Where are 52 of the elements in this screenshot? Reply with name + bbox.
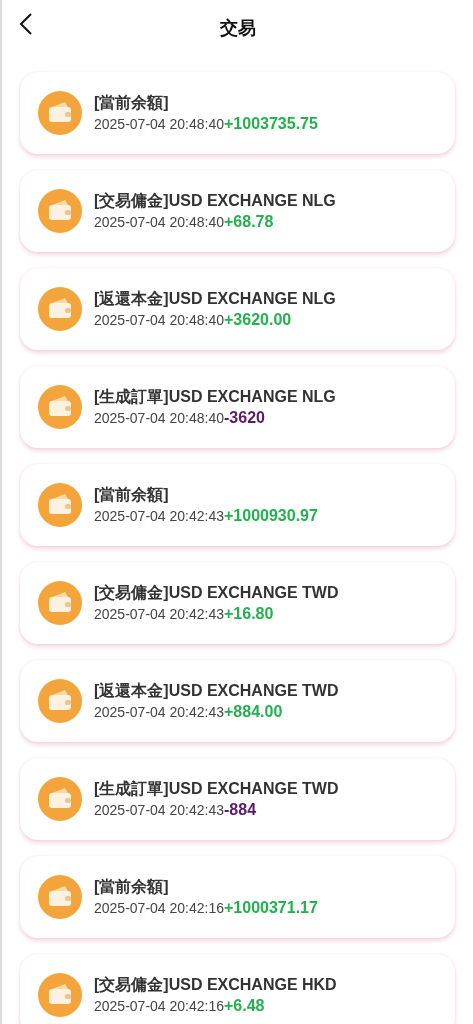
transaction-card[interactable]: [返還本金]USD EXCHANGE TWD 2025-07-04 20:42:43+884.00 bbox=[20, 660, 455, 742]
transaction-amount: +1000371.17 bbox=[224, 899, 318, 917]
wallet-icon bbox=[38, 875, 82, 919]
transaction-time: 2025-07-04 20:48:40 bbox=[94, 410, 224, 426]
transaction-time: 2025-07-04 20:42:43 bbox=[94, 508, 224, 524]
transaction-title: [返還本金]USD EXCHANGE NLG bbox=[94, 289, 336, 309]
transaction-title: [生成訂單]USD EXCHANGE NLG bbox=[94, 387, 336, 407]
wallet-icon bbox=[38, 91, 82, 135]
wallet-icon bbox=[38, 679, 82, 723]
wallet-icon bbox=[38, 189, 82, 233]
transaction-amount: +1000930.97 bbox=[224, 507, 318, 525]
wallet-icon bbox=[38, 385, 82, 429]
transaction-amount: +1003735.75 bbox=[224, 115, 318, 133]
transaction-title: [生成訂單]USD EXCHANGE TWD bbox=[94, 779, 339, 799]
transaction-amount: +16.80 bbox=[224, 605, 274, 623]
wallet-icon bbox=[38, 973, 82, 1017]
transaction-card[interactable]: [交易傭金]USD EXCHANGE HKD 2025-07-04 20:42:16+6.48 bbox=[20, 954, 455, 1024]
transaction-title: [當前余額] bbox=[94, 877, 170, 897]
wallet-icon bbox=[38, 581, 82, 625]
transaction-card[interactable]: [返還本金]USD EXCHANGE NLG 2025-07-04 20:48:40+3620.00 bbox=[20, 268, 455, 350]
transaction-title: [當前余額] bbox=[94, 93, 170, 113]
transaction-time: 2025-07-04 20:48:40 bbox=[94, 214, 224, 230]
transaction-amount: +6.48 bbox=[224, 997, 265, 1015]
transaction-time: 2025-07-04 20:42:43 bbox=[94, 802, 224, 818]
transaction-time: 2025-07-04 20:48:40 bbox=[94, 116, 224, 132]
transaction-time: 2025-07-04 20:42:43 bbox=[94, 606, 224, 622]
transaction-card[interactable]: [當前余額] 2025-07-04 20:42:43+1000930.97 bbox=[20, 464, 455, 546]
wallet-icon bbox=[38, 287, 82, 331]
transaction-time: 2025-07-04 20:42:43 bbox=[94, 704, 224, 720]
page-title: 交易 bbox=[219, 17, 256, 40]
transaction-amount: -3620 bbox=[224, 409, 265, 427]
transaction-title: [交易傭金]USD EXCHANGE HKD bbox=[94, 975, 337, 995]
transaction-title: [返還本金]USD EXCHANGE TWD bbox=[94, 681, 339, 701]
transaction-card[interactable]: [當前余額] 2025-07-04 20:48:40+1003735.75 bbox=[20, 72, 455, 154]
transaction-title: [當前余額] bbox=[94, 485, 170, 505]
transaction-amount: -884 bbox=[224, 801, 257, 819]
transaction-card[interactable]: [交易傭金]USD EXCHANGE TWD 2025-07-04 20:42:43+16.80 bbox=[20, 562, 455, 644]
transaction-amount: +884.00 bbox=[224, 703, 283, 721]
transaction-amount: +3620.00 bbox=[224, 311, 292, 329]
transaction-title: [交易傭金]USD EXCHANGE NLG bbox=[94, 191, 336, 211]
transaction-time: 2025-07-04 20:42:16 bbox=[94, 998, 224, 1014]
transaction-amount: +68.78 bbox=[224, 213, 274, 231]
back-icon[interactable] bbox=[18, 12, 34, 36]
transaction-card[interactable]: [生成訂單]USD EXCHANGE NLG 2025-07-04 20:48:40-3620 bbox=[20, 366, 455, 448]
transaction-title: [交易傭金]USD EXCHANGE TWD bbox=[94, 583, 339, 603]
transaction-time: 2025-07-04 20:42:16 bbox=[94, 900, 224, 916]
wallet-icon bbox=[38, 777, 82, 821]
transaction-card[interactable]: [當前余額] 2025-07-04 20:42:16+1000371.17 bbox=[20, 856, 455, 938]
wallet-icon bbox=[38, 483, 82, 527]
transaction-time: 2025-07-04 20:48:40 bbox=[94, 312, 224, 328]
transaction-card[interactable]: [生成訂單]USD EXCHANGE TWD 2025-07-04 20:42:43-884 bbox=[20, 758, 455, 840]
transaction-card[interactable]: [交易傭金]USD EXCHANGE NLG 2025-07-04 20:48:40+68.78 bbox=[20, 170, 455, 252]
